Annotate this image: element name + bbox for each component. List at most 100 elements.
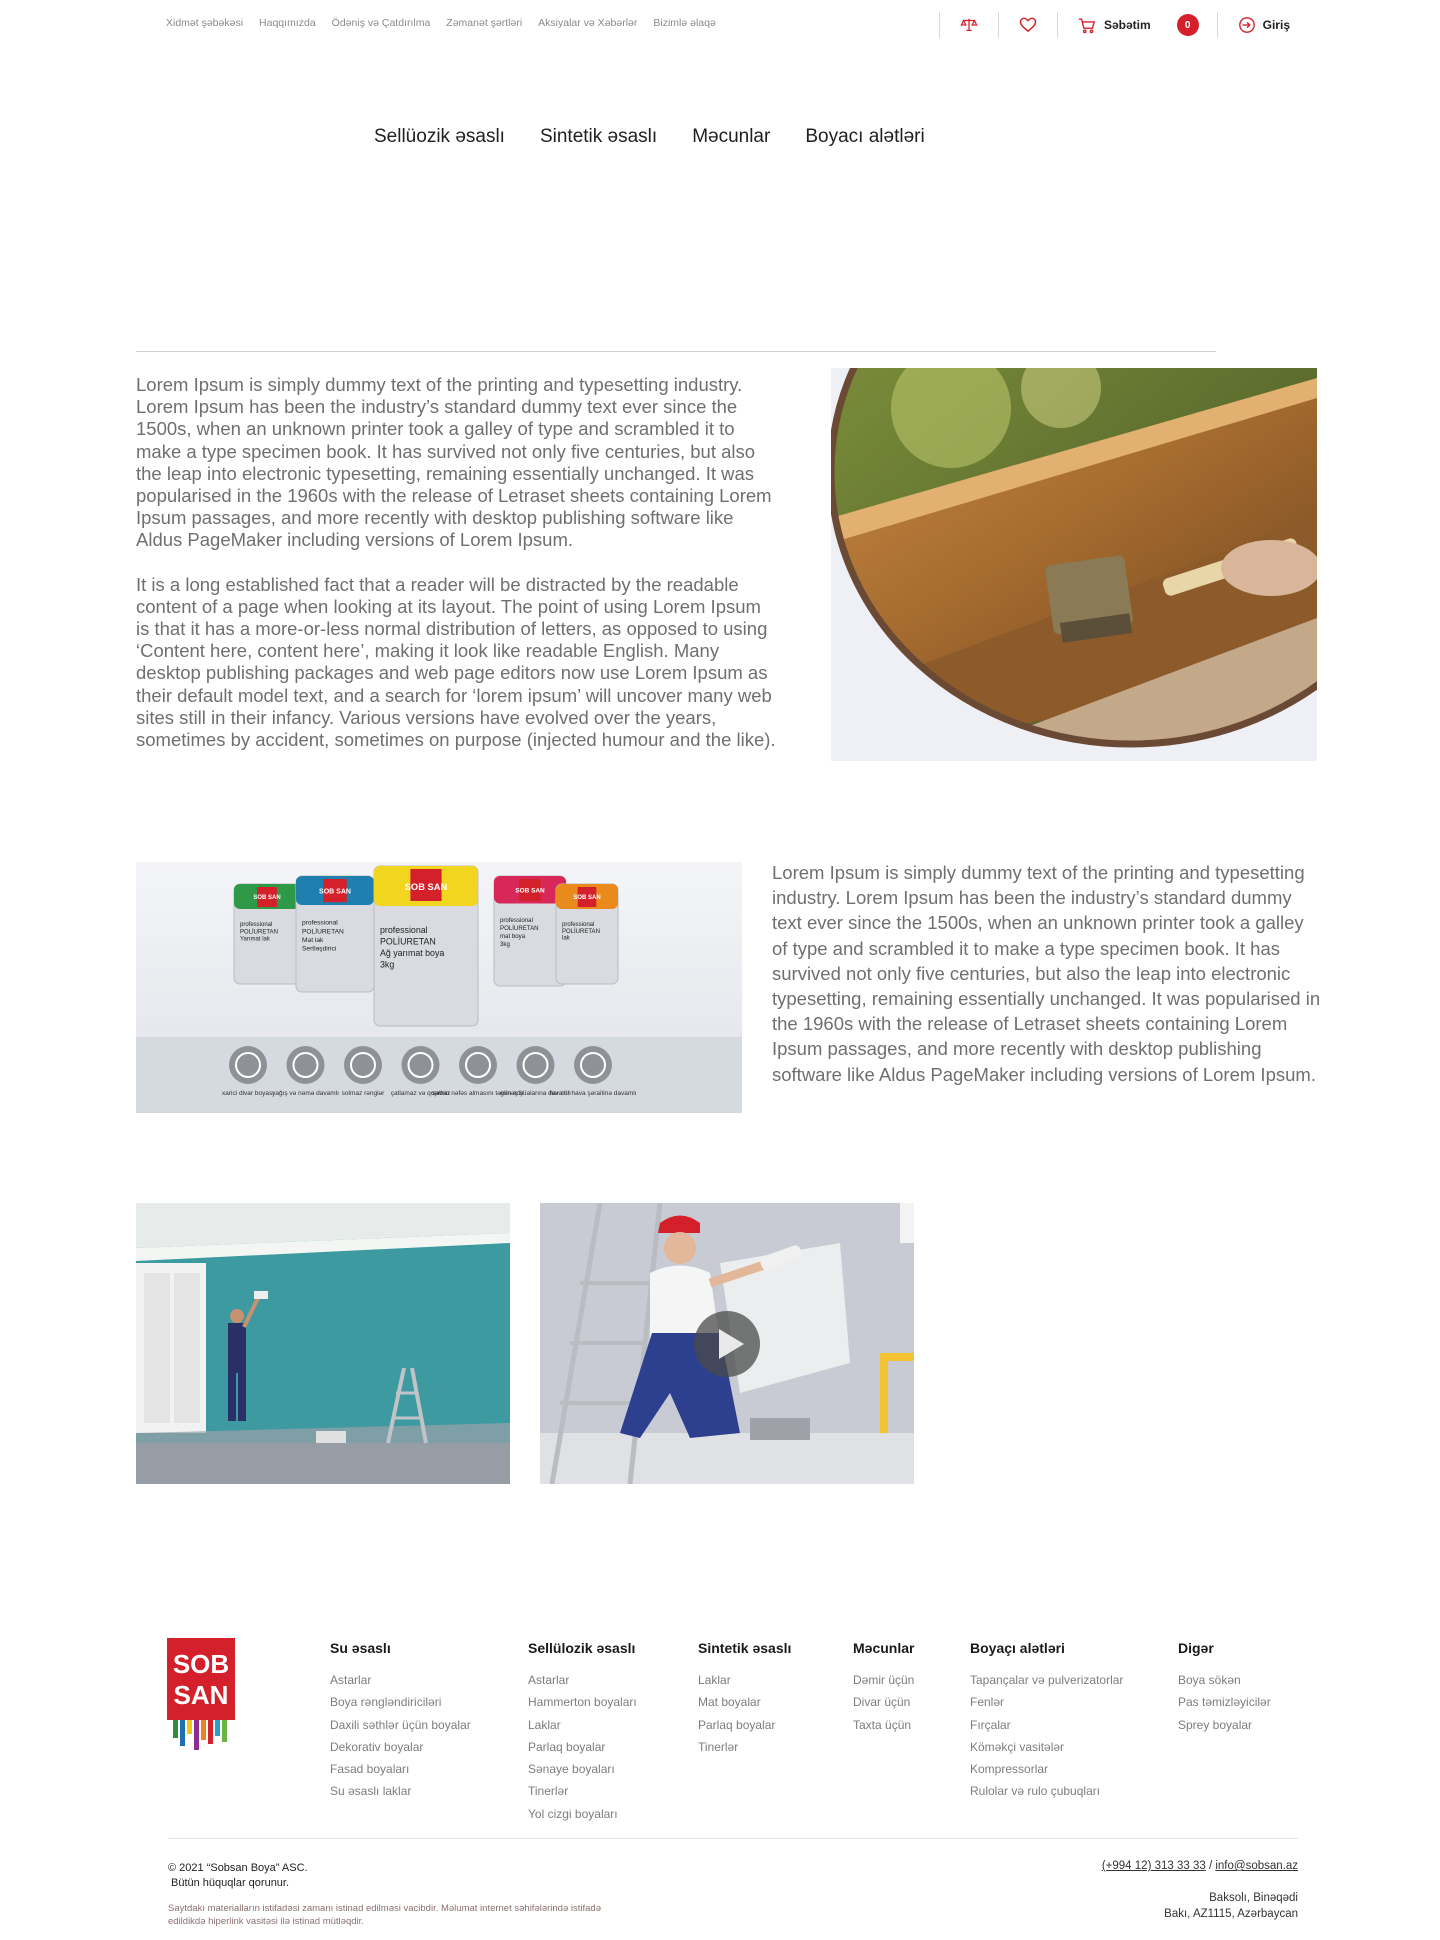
nav-item-cellulose[interactable]: Sellüozik əsaslı xyxy=(374,126,505,148)
disclaimer-text: Saytdakı materialların istifadəsi zamanı… xyxy=(168,1903,601,1927)
can-label: Ağ yarımat boya xyxy=(380,948,444,958)
email-link[interactable]: info@sobsan.az xyxy=(1215,1860,1298,1872)
content-divider xyxy=(136,351,1216,352)
can-brand: SOB SAN xyxy=(253,895,280,901)
contact-separator: / xyxy=(1208,1860,1213,1872)
footer-link[interactable]: Tapançalar və pulverizatorlar xyxy=(970,1669,1123,1691)
login-icon xyxy=(1236,14,1258,36)
separator xyxy=(1056,12,1058,38)
footer-col-synthetic: Sintetik əsaslı Laklar Mat boyalar Parla… xyxy=(698,1640,791,1758)
footer-link[interactable]: Astarlar xyxy=(528,1669,637,1691)
footer-link[interactable]: Dəmir üçün xyxy=(853,1669,914,1691)
cart-count-badge: 0 xyxy=(1176,14,1199,36)
footer-link[interactable]: Mat boyalar xyxy=(698,1691,791,1713)
intro-paragraph-2: It is a long established fact that a rea… xyxy=(136,573,776,751)
login-button[interactable]: Giriş xyxy=(1236,14,1290,36)
can-label: professional xyxy=(302,920,338,927)
video-painter-room[interactable] xyxy=(136,1203,510,1484)
paint-can: SOB SAN professionalPOLİURETANmat boya3kg xyxy=(493,875,567,987)
can-label: mat boya xyxy=(500,933,526,940)
footer-link[interactable]: Fırçalar xyxy=(970,1714,1123,1736)
address-line-2: Bakı, AZ1115, Azərbaycan xyxy=(1164,1908,1298,1920)
compare-scale-icon[interactable] xyxy=(958,14,980,36)
footer-link[interactable]: Hammerton boyaları xyxy=(528,1691,637,1713)
can-brand: SOB SAN xyxy=(319,888,351,895)
intro-text: Lorem Ipsum is simply dummy text of the … xyxy=(136,374,776,773)
footer-link[interactable]: Astarlar xyxy=(330,1669,471,1691)
footer-link[interactable]: Fasad boyaları xyxy=(330,1758,471,1780)
can-label: POLİURETAN xyxy=(380,937,436,947)
logo-text-bottom: SAN xyxy=(174,1680,229,1710)
footer-col-title: Digər xyxy=(1178,1640,1214,1656)
footer-link[interactable]: Divar üçün xyxy=(853,1691,914,1713)
can-brand: SOB SAN xyxy=(405,882,448,892)
footer-link[interactable]: Laklar xyxy=(698,1669,791,1691)
footer-link[interactable]: Köməkçi vasitələr xyxy=(970,1736,1123,1758)
can-label: Sertləşdirici xyxy=(302,945,337,952)
footer-link[interactable]: Taxta üçün xyxy=(853,1714,914,1736)
sobsan-logo[interactable]: SOB SAN xyxy=(167,1638,235,1750)
footer-col-title: Su əsaslı xyxy=(330,1640,391,1656)
separator xyxy=(1216,12,1218,38)
nav-item-putties[interactable]: Məcunlar xyxy=(692,126,770,148)
toplink-warranty[interactable]: Zəmanət şərtləri xyxy=(446,17,522,29)
products-paragraph: Lorem Ipsum is simply dummy text of the … xyxy=(772,862,1321,1085)
footer-divider xyxy=(168,1838,1298,1839)
user-actions: Səbətim 0 Giriş xyxy=(921,10,1290,40)
cart-button[interactable]: Səbətim 0 xyxy=(1076,14,1199,36)
can-label: POLİURETAN xyxy=(240,928,278,935)
nav-item-painter-tools[interactable]: Boyacı alətləri xyxy=(805,126,924,148)
logo-text-top: SOB xyxy=(173,1649,229,1679)
toplink-contact[interactable]: Bizimlə əlaqə xyxy=(653,17,715,29)
footer-link[interactable]: Sprey boyalar xyxy=(1178,1714,1271,1736)
separator xyxy=(938,12,940,38)
footer-link[interactable]: Tinerlər xyxy=(528,1780,637,1802)
footer-link[interactable]: Yol cizgi boyaları xyxy=(528,1803,637,1825)
footer-link[interactable]: Boya sökən xyxy=(1178,1669,1271,1691)
footer-link[interactable]: Su əsaslı laklar xyxy=(330,1780,471,1802)
footer-link[interactable]: Boya rəngləndiriciləri xyxy=(330,1691,471,1713)
footer-col-painter-tools: Boyaçı alətləri Tapançalar və pulverizat… xyxy=(970,1640,1123,1803)
can-label: professional xyxy=(500,917,533,924)
phone-link[interactable]: (+994 12) 313 33 33 xyxy=(1102,1860,1206,1872)
heart-icon[interactable] xyxy=(1017,14,1039,36)
footer-link[interactable]: Pas təmizləyicilər xyxy=(1178,1691,1271,1713)
footer-link[interactable]: Dekorativ boyalar xyxy=(330,1736,471,1758)
toplink-service-network[interactable]: Xidmət şəbəkəsi xyxy=(166,17,243,29)
footer-link[interactable]: Daxili səthlər üçün boyalar xyxy=(330,1714,471,1736)
footer-link[interactable]: Rulolar və rulo çubuqları xyxy=(970,1780,1123,1802)
can-label: POLİURETAN xyxy=(302,926,344,935)
toplink-promotions-news[interactable]: Aksiyalar və Xəbərlər xyxy=(538,17,637,29)
footer-link[interactable]: Kompressorlar xyxy=(970,1758,1123,1780)
toplink-about[interactable]: Haqqımızda xyxy=(259,17,316,29)
paint-can: SOB SAN professional POLİURETANAğ yarımat … xyxy=(373,865,479,1027)
paint-can: SOB SAN professionalPOLİURETAN Yarımat lak xyxy=(233,883,301,985)
toplink-payment-delivery[interactable]: Ödəniş və Çatdırılma xyxy=(332,17,431,29)
feature-label: hər cür hava şəraitinə davamlı xyxy=(549,1090,636,1097)
can-label: professional xyxy=(380,925,428,935)
footer-link[interactable]: Parlaq boyalar xyxy=(528,1736,637,1758)
can-label: 3kg xyxy=(380,960,394,970)
paint-can: SOB SAN professionalPOLİURETAN Mat lakSert… xyxy=(295,875,375,993)
copyright-line-1: © 2021 “Sobsan Boya” ASC. xyxy=(168,1862,308,1874)
can-brand: SOB SAN xyxy=(573,895,600,901)
footer-link[interactable]: Tinerlər xyxy=(698,1736,791,1758)
footer-link[interactable]: Sənaye boyaları xyxy=(528,1758,637,1780)
feature-label: yağış və nəmə davamlı xyxy=(272,1090,339,1097)
nav-item-synthetic[interactable]: Sintetik əsaslı xyxy=(540,126,657,148)
video-painter-wall[interactable] xyxy=(540,1203,914,1484)
cart-label: Səbətim xyxy=(1103,18,1151,32)
footer-link[interactable]: Fenlər xyxy=(970,1691,1123,1713)
separator xyxy=(997,12,999,38)
cart-icon xyxy=(1076,14,1098,36)
feature-label: solmaz rənglər xyxy=(342,1090,385,1097)
play-icon[interactable] xyxy=(692,1309,762,1379)
products-banner-image: SOB SAN professional POLİURETAN Yarımat lak… xyxy=(136,862,742,1113)
address: Baksolı, Binəqədi Bakı, AZ1115, Azərbayc… xyxy=(1164,1890,1298,1922)
can-brand: SOB SAN xyxy=(515,888,545,895)
top-bar: Xidmət şəbəkəsi Haqqımızda Ödəniş və Çat… xyxy=(0,0,1440,50)
footer-link[interactable]: Parlaq boyalar xyxy=(698,1714,791,1736)
footer-link[interactable]: Laklar xyxy=(528,1714,637,1736)
top-links: Xidmət şəbəkəsi Haqqımızda Ödəniş və Çat… xyxy=(166,17,716,29)
footer-col-cellulose: Sellülozik əsaslı Astarlar Hammerton boy… xyxy=(528,1640,637,1825)
